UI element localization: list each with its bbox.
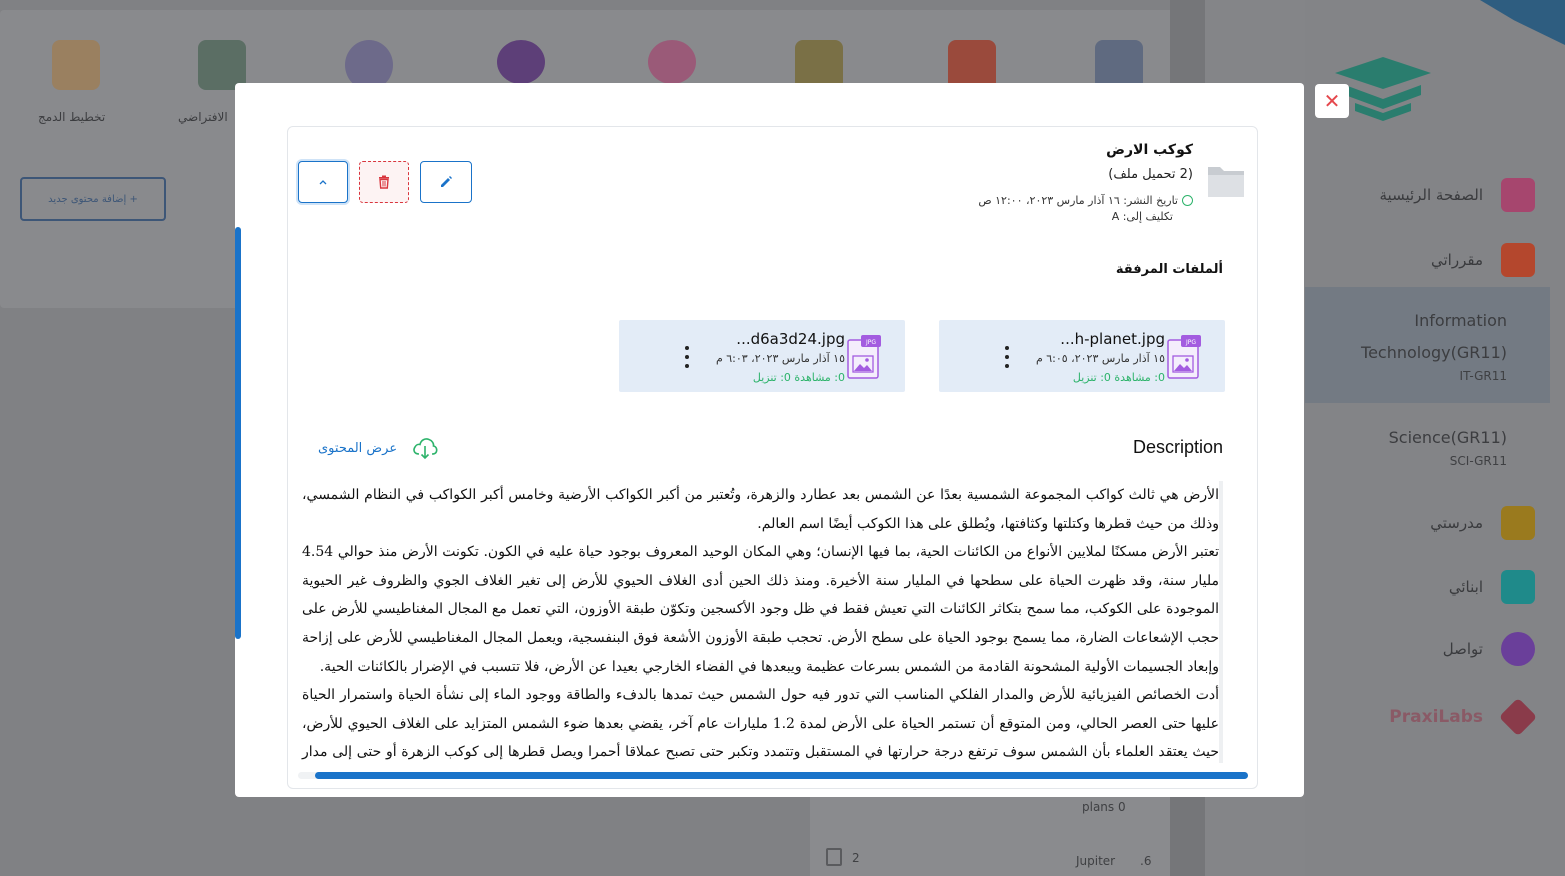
attachments-heading: ألملفات المرفقة bbox=[1115, 262, 1223, 277]
clock-icon bbox=[1182, 195, 1193, 206]
close-button[interactable]: ✕ bbox=[1315, 84, 1349, 118]
delete-button[interactable] bbox=[359, 161, 409, 203]
file-name: ...h-planet.jpg bbox=[1060, 330, 1165, 348]
file-name: ...d6a3d24.jpg bbox=[736, 330, 845, 348]
lesson-card: كوكب الارض (2 تحميل ملف) تاريخ النشر: ١٦… bbox=[287, 126, 1258, 789]
sidebar-item-school[interactable]: مدرستي bbox=[1430, 506, 1535, 540]
class-code: SCI-GR11 bbox=[1449, 454, 1507, 468]
description-content: الأرض هي ثالث كواكب المجموعة الشمسية بعد… bbox=[298, 481, 1223, 763]
badge-icon[interactable] bbox=[648, 40, 696, 84]
description-paragraph: الأرض هي ثالث كواكب المجموعة الشمسية بعد… bbox=[302, 487, 1219, 532]
lesson-subtitle: (2 تحميل ملف) bbox=[1108, 167, 1193, 182]
description-heading: Description bbox=[1132, 437, 1223, 457]
list-item-count: 2 bbox=[852, 851, 860, 865]
class-item-science[interactable]: Science(GR11) SCI-GR11 bbox=[1389, 422, 1507, 468]
sidebar-item-contact[interactable]: تواصل bbox=[1443, 632, 1535, 666]
praxilabs-label: PraxiLabs bbox=[1389, 707, 1483, 727]
virtual-class-label: الافتراضي bbox=[178, 110, 228, 124]
sidebar-item-praxilabs[interactable]: PraxiLabs bbox=[1389, 697, 1538, 737]
view-content-label: عرض المحتوى bbox=[318, 440, 398, 456]
attachment-item[interactable]: JPG ...d6a3d24.jpg ١٥ آذار مارس ٢٠٢٣، ٦:… bbox=[619, 320, 905, 392]
sidebar-item-label: تواصل bbox=[1442, 640, 1483, 658]
description-paragraph: تعتبر الأرض مسكنًا لملايين الأنواع من ال… bbox=[302, 544, 1219, 675]
school-icon bbox=[1501, 506, 1535, 540]
assigned-to: تكليف إلى: A bbox=[1111, 210, 1173, 223]
svg-text:JPG: JPG bbox=[865, 339, 876, 346]
home-icon bbox=[1501, 178, 1535, 212]
praxilabs-logo-icon bbox=[1498, 697, 1538, 737]
merge-planning-icon[interactable] bbox=[52, 40, 100, 90]
class-name: Science(GR11) bbox=[1388, 428, 1507, 447]
sidebar-item-label: مقرراتي bbox=[1431, 251, 1483, 269]
chat-icon[interactable] bbox=[497, 40, 545, 84]
sidebar-item-home[interactable]: الصفحة الرئيسية bbox=[1379, 178, 1535, 212]
more-options-icon[interactable] bbox=[1003, 346, 1011, 368]
edit-button[interactable] bbox=[420, 161, 472, 203]
sidebar-item-children[interactable]: ابنائي bbox=[1449, 570, 1535, 604]
cloud-download-icon bbox=[413, 438, 438, 460]
description-scrollbar[interactable] bbox=[1219, 481, 1223, 763]
horizontal-scroll-thumb[interactable] bbox=[315, 772, 1248, 779]
sidebar-item-label: ابنائي bbox=[1448, 578, 1483, 596]
class-code: IT-GR11 bbox=[1459, 369, 1507, 383]
add-content-button[interactable]: + إضافة محتوى جديد bbox=[20, 177, 166, 221]
trash-icon bbox=[379, 175, 389, 189]
class-name: Information Technology(GR11) bbox=[1361, 311, 1507, 362]
chat-bubble-icon bbox=[1501, 632, 1535, 666]
file-date: ١٥ آذار مارس ٢٠٢٣، ٦:٠٥ م bbox=[1035, 352, 1165, 365]
file-stats: 0: مشاهدة 0: تنزيل bbox=[1072, 371, 1165, 384]
jpg-file-icon: JPG bbox=[1167, 335, 1201, 379]
attachment-item[interactable]: JPG ...h-planet.jpg ١٥ آذار مارس ٢٠٢٣، ٦… bbox=[939, 320, 1225, 392]
lesson-title: كوكب الارض bbox=[1106, 142, 1193, 158]
sidebar-item-label: الصفحة الرئيسية bbox=[1379, 186, 1484, 204]
list-item-title: Jupiter bbox=[1076, 854, 1116, 868]
collapse-button[interactable] bbox=[298, 161, 348, 203]
chevron-up-icon bbox=[319, 180, 327, 185]
file-date: ١٥ آذار مارس ٢٠٢٣، ٦:٠٣ م bbox=[715, 352, 845, 365]
publish-date-text: تاريخ النشر: ١٦ آذار مارس ٢٠٢٣، ١٢:٠٠ ص bbox=[978, 194, 1178, 207]
list-item-meta: plans 0 bbox=[1082, 800, 1126, 814]
more-options-icon[interactable] bbox=[683, 346, 691, 368]
calendar-icon bbox=[1501, 570, 1535, 604]
publish-date: تاريخ النشر: ١٦ آذار مارس ٢٠٢٣، ١٢:٠٠ ص bbox=[978, 194, 1193, 207]
class-item-it[interactable]: Information Technology(GR11) IT-GR11 bbox=[1307, 305, 1507, 383]
jpg-file-icon: JPG bbox=[847, 335, 881, 379]
description-paragraph: أدت الخصائص الفيزيائية للأرض والمدار الف… bbox=[302, 687, 1219, 761]
courses-icon bbox=[1501, 243, 1535, 277]
sidebar-item-courses[interactable]: مقرراتي bbox=[1431, 243, 1535, 277]
modal-scrollbar[interactable] bbox=[235, 227, 241, 639]
view-content-link[interactable]: عرض المحتوى bbox=[318, 435, 439, 461]
file-stats: 0: مشاهدة 0: تنزيل bbox=[752, 371, 845, 384]
svg-text:JPG: JPG bbox=[1185, 339, 1196, 346]
description-text: الأرض هي ثالث كواكب المجموعة الشمسية بعد… bbox=[298, 481, 1223, 763]
list-item-number: .6 bbox=[1140, 854, 1152, 868]
file-icon bbox=[826, 848, 842, 866]
sidebar-item-label: مدرستي bbox=[1430, 514, 1483, 532]
pencil-icon bbox=[441, 176, 452, 187]
merge-planning-label: تخطيط الدمج bbox=[38, 110, 106, 124]
folder-icon bbox=[1208, 167, 1244, 197]
